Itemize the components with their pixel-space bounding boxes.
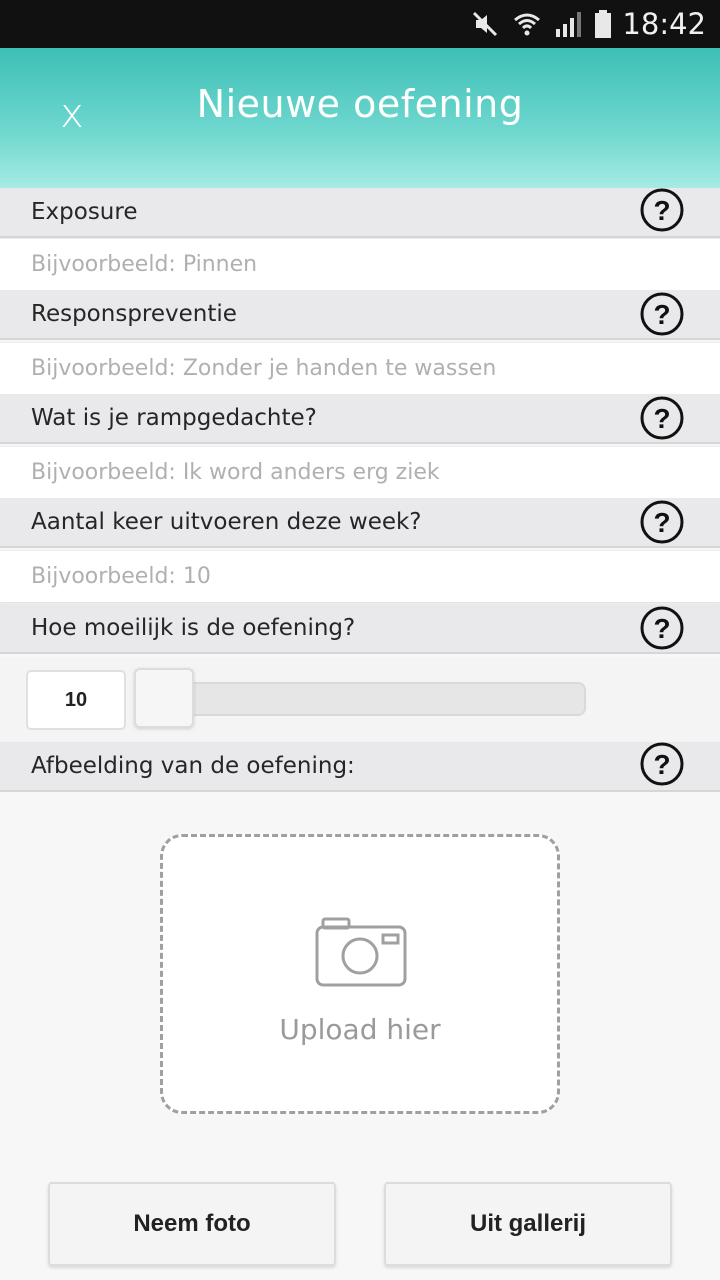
difficulty-slider-area: 10 [0, 658, 720, 742]
help-icon[interactable]: ? [640, 500, 684, 544]
help-icon[interactable]: ? [640, 396, 684, 440]
svg-text:?: ? [653, 299, 670, 330]
help-icon[interactable]: ? [640, 188, 684, 232]
aantal-keer-input[interactable] [0, 551, 720, 602]
signal-icon [554, 9, 582, 39]
aantal-keer-input-row [0, 550, 720, 602]
section-header-exposure: Exposure ? [0, 188, 720, 238]
responspreventie-input-row [0, 342, 720, 394]
difficulty-slider-thumb[interactable] [134, 668, 194, 728]
from-gallery-button[interactable]: Uit gallerij [384, 1182, 672, 1266]
section-label: Exposure [31, 199, 138, 225]
upload-area: Upload hier Neem foto Uit gallerij [0, 794, 720, 1280]
svg-text:?: ? [653, 195, 670, 226]
take-photo-button[interactable]: Neem foto [48, 1182, 336, 1266]
section-header-aantal-keer: Aantal keer uitvoeren deze week? ? [0, 498, 720, 548]
svg-text:?: ? [653, 749, 670, 780]
responspreventie-input[interactable] [0, 343, 720, 394]
section-header-responspreventie: Responspreventie ? [0, 290, 720, 340]
svg-text:?: ? [653, 403, 670, 434]
upload-label: Upload hier [279, 1013, 441, 1046]
wifi-icon [512, 9, 542, 39]
rampgedachte-input-row [0, 446, 720, 498]
exposure-input[interactable] [0, 239, 720, 290]
help-icon[interactable]: ? [640, 292, 684, 336]
status-time: 18:42 [622, 7, 706, 41]
mute-icon [470, 9, 500, 39]
difficulty-value[interactable]: 10 [26, 670, 126, 730]
app-bar: x Nieuwe oefening [0, 48, 720, 188]
camera-icon [315, 917, 407, 994]
svg-text:?: ? [653, 507, 670, 538]
section-label: Hoe moeilijk is de oefening? [31, 615, 356, 641]
section-header-rampgedachte: Wat is je rampgedachte? ? [0, 394, 720, 444]
help-icon[interactable]: ? [640, 606, 684, 650]
upload-dropzone[interactable]: Upload hier [160, 834, 560, 1114]
exposure-input-row [0, 238, 720, 290]
difficulty-slider-track[interactable] [136, 682, 586, 716]
status-icons [470, 0, 612, 48]
section-header-moeilijkheid: Hoe moeilijk is de oefening? ? [0, 604, 720, 654]
section-label: Wat is je rampgedachte? [31, 405, 317, 431]
section-header-afbeelding: Afbeelding van de oefening: ? [0, 742, 720, 792]
section-label: Responspreventie [31, 301, 237, 327]
battery-icon [594, 9, 612, 39]
section-label: Afbeelding van de oefening: [31, 753, 355, 779]
help-icon[interactable]: ? [640, 742, 684, 786]
section-label: Aantal keer uitvoeren deze week? [31, 509, 422, 535]
rampgedachte-input[interactable] [0, 447, 720, 498]
page-title: Nieuwe oefening [196, 82, 524, 126]
svg-text:?: ? [653, 613, 670, 644]
status-bar: 18:42 [0, 0, 720, 48]
